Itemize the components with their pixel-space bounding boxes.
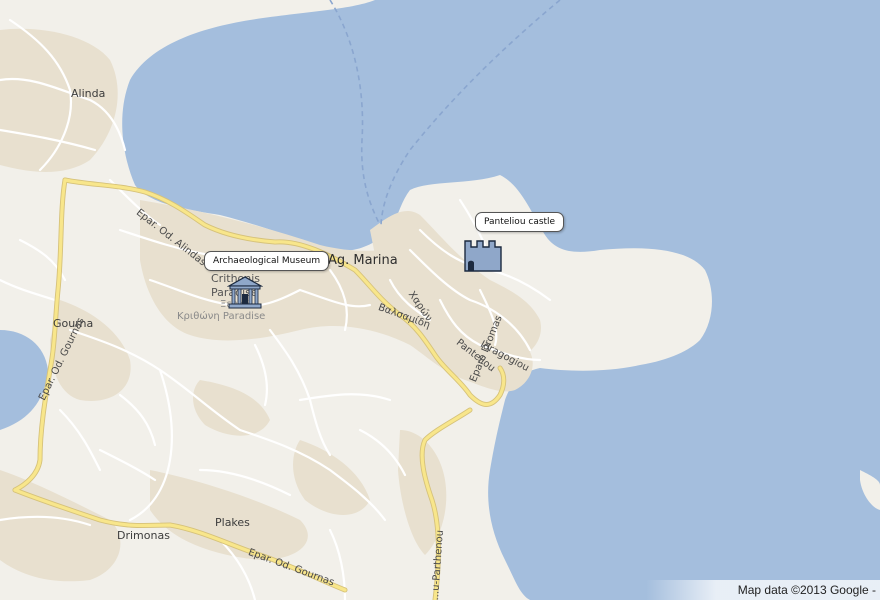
- castle-icon[interactable]: [463, 237, 503, 273]
- poi-label-greek-2: Κριθώνη Paradise: [177, 311, 266, 322]
- museum-icon[interactable]: [227, 276, 263, 310]
- attribution-text: Map data ©2013 Google -: [737, 583, 876, 597]
- museum-callout-label: Archaeological Museum: [213, 256, 321, 266]
- map-base: [0, 0, 880, 600]
- place-label-drimonas: Drimonas: [117, 529, 170, 542]
- castle-callout[interactable]: Panteliou castle: [475, 212, 565, 232]
- place-label-alinda: Alinda: [71, 87, 106, 100]
- museum-callout[interactable]: Archaeological Museum: [204, 251, 330, 271]
- place-label-ag-marina: Ag. Marina: [328, 253, 398, 268]
- place-label-plakes: Plakes: [215, 516, 250, 529]
- map-view[interactable]: Alinda Ag. Marina Gourna Drimonas Plakes…: [0, 0, 880, 600]
- castle-callout-label: Panteliou castle: [484, 217, 556, 227]
- map-attribution: Map data ©2013 Google -: [646, 580, 880, 600]
